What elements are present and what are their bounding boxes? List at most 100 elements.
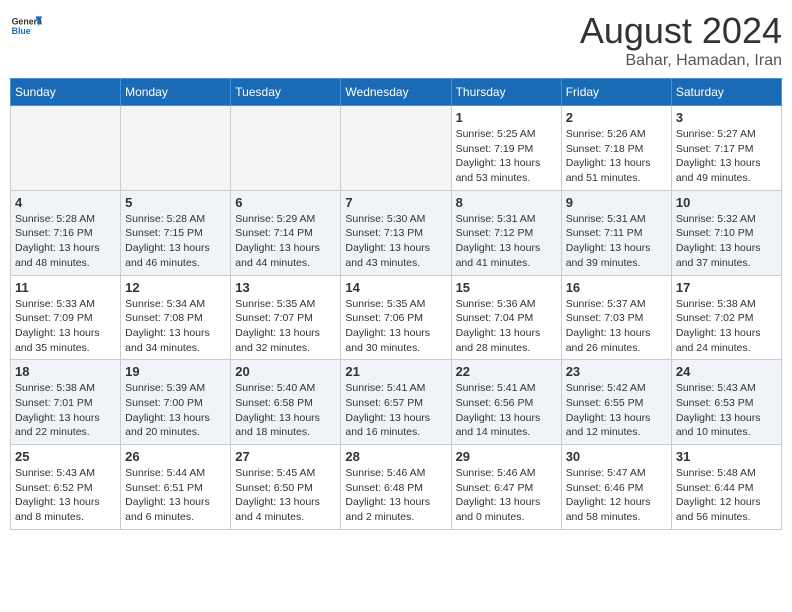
calendar-cell: 15Sunrise: 5:36 AM Sunset: 7:04 PM Dayli… xyxy=(451,275,561,360)
day-info: Sunrise: 5:47 AM Sunset: 6:46 PM Dayligh… xyxy=(566,466,667,525)
calendar-table: SundayMondayTuesdayWednesdayThursdayFrid… xyxy=(10,78,782,530)
day-info: Sunrise: 5:26 AM Sunset: 7:18 PM Dayligh… xyxy=(566,127,667,186)
calendar-week-row: 18 Sunrise: 5:38 AM Sunset: 7:01 PM Dayli… xyxy=(11,360,782,445)
day-info: Sunrise: 5:32 AM Sunset: 7:10 PM Dayligh… xyxy=(676,212,777,271)
calendar-week-row: 25 Sunrise: 5:43 AM Sunset: 6:52 PM Dayli… xyxy=(11,445,782,530)
day-number: 15 xyxy=(456,280,557,295)
day-number: 29 xyxy=(456,449,557,464)
day-number: 21 xyxy=(345,364,446,379)
calendar-cell: 16 Sunrise: 5:37 AM Sunset: 7:03 PM Dayli… xyxy=(561,275,671,360)
calendar-cell: 6Sunrise: 5:29 AM Sunset: 7:14 PM Daylig… xyxy=(231,190,341,275)
calendar-cell: 18 Sunrise: 5:38 AM Sunset: 7:01 PM Dayli… xyxy=(11,360,121,445)
day-info: Sunrise: 5:43 AM Sunset: 6:52 PM Dayligh… xyxy=(15,466,116,525)
calendar-cell xyxy=(341,106,451,191)
day-number: 9 xyxy=(566,195,667,210)
calendar-cell xyxy=(11,106,121,191)
day-info: Sunrise: 5:35 AM Sunset: 7:06 PM Dayligh… xyxy=(345,297,446,356)
day-info: Sunrise: 5:38 AM Sunset: 7:01 PM Dayligh… xyxy=(15,381,116,440)
svg-text:Blue: Blue xyxy=(12,26,31,36)
location: Bahar, Hamadan, Iran xyxy=(580,52,782,70)
logo: General Blue xyxy=(10,10,42,42)
weekday-header-sunday: Sunday xyxy=(11,79,121,106)
day-info: Sunrise: 5:28 AM Sunset: 7:16 PM Dayligh… xyxy=(15,212,116,271)
day-info: Sunrise: 5:29 AM Sunset: 7:14 PM Dayligh… xyxy=(235,212,336,271)
day-info: Sunrise: 5:44 AM Sunset: 6:51 PM Dayligh… xyxy=(125,466,226,525)
calendar-cell: 14 Sunrise: 5:35 AM Sunset: 7:06 PM Dayli… xyxy=(341,275,451,360)
day-info: Sunrise: 5:37 AM Sunset: 7:03 PM Dayligh… xyxy=(566,297,667,356)
day-info: Sunrise: 5:27 AM Sunset: 7:17 PM Dayligh… xyxy=(676,127,777,186)
calendar-cell: 22 Sunrise: 5:41 AM Sunset: 6:56 PM Dayli… xyxy=(451,360,561,445)
day-number: 30 xyxy=(566,449,667,464)
weekday-header-row: SundayMondayTuesdayWednesdayThursdayFrid… xyxy=(11,79,782,106)
day-info: Sunrise: 5:41 AM Sunset: 6:57 PM Dayligh… xyxy=(345,381,446,440)
day-info: Sunrise: 5:25 AM Sunset: 7:19 PM Dayligh… xyxy=(456,127,557,186)
day-info: Sunrise: 5:31 AM Sunset: 7:12 PM Dayligh… xyxy=(456,212,557,271)
day-number: 20 xyxy=(235,364,336,379)
weekday-header-thursday: Thursday xyxy=(451,79,561,106)
calendar-cell: 20Sunrise: 5:40 AM Sunset: 6:58 PM Dayli… xyxy=(231,360,341,445)
logo-icon: General Blue xyxy=(10,10,42,42)
day-number: 31 xyxy=(676,449,777,464)
calendar-cell: 8 Sunrise: 5:31 AM Sunset: 7:12 PM Daylig… xyxy=(451,190,561,275)
calendar-cell: 19Sunrise: 5:39 AM Sunset: 7:00 PM Dayli… xyxy=(121,360,231,445)
calendar-cell: 17Sunrise: 5:38 AM Sunset: 7:02 PM Dayli… xyxy=(671,275,781,360)
calendar-cell xyxy=(231,106,341,191)
day-number: 25 xyxy=(15,449,116,464)
calendar-cell: 31 Sunrise: 5:48 AM Sunset: 6:44 PM Dayli… xyxy=(671,445,781,530)
calendar-week-row: 11 Sunrise: 5:33 AM Sunset: 7:09 PM Dayli… xyxy=(11,275,782,360)
calendar-cell: 26 Sunrise: 5:44 AM Sunset: 6:51 PM Dayli… xyxy=(121,445,231,530)
weekday-header-monday: Monday xyxy=(121,79,231,106)
calendar-cell xyxy=(121,106,231,191)
day-info: Sunrise: 5:33 AM Sunset: 7:09 PM Dayligh… xyxy=(15,297,116,356)
day-number: 3 xyxy=(676,110,777,125)
day-number: 10 xyxy=(676,195,777,210)
day-info: Sunrise: 5:28 AM Sunset: 7:15 PM Dayligh… xyxy=(125,212,226,271)
day-number: 11 xyxy=(15,280,116,295)
day-number: 26 xyxy=(125,449,226,464)
calendar-cell: 30 Sunrise: 5:47 AM Sunset: 6:46 PM Dayli… xyxy=(561,445,671,530)
day-number: 19 xyxy=(125,364,226,379)
calendar-cell: 3 Sunrise: 5:27 AM Sunset: 7:17 PM Daylig… xyxy=(671,106,781,191)
weekday-header-wednesday: Wednesday xyxy=(341,79,451,106)
day-info: Sunrise: 5:42 AM Sunset: 6:55 PM Dayligh… xyxy=(566,381,667,440)
calendar-cell: 27Sunrise: 5:45 AM Sunset: 6:50 PM Dayli… xyxy=(231,445,341,530)
day-info: Sunrise: 5:46 AM Sunset: 6:48 PM Dayligh… xyxy=(345,466,446,525)
calendar-cell: 24 Sunrise: 5:43 AM Sunset: 6:53 PM Dayli… xyxy=(671,360,781,445)
calendar-cell: 25 Sunrise: 5:43 AM Sunset: 6:52 PM Dayli… xyxy=(11,445,121,530)
day-info: Sunrise: 5:35 AM Sunset: 7:07 PM Dayligh… xyxy=(235,297,336,356)
day-number: 24 xyxy=(676,364,777,379)
weekday-header-saturday: Saturday xyxy=(671,79,781,106)
weekday-header-tuesday: Tuesday xyxy=(231,79,341,106)
day-number: 4 xyxy=(15,195,116,210)
day-number: 23 xyxy=(566,364,667,379)
calendar-cell: 28Sunrise: 5:46 AM Sunset: 6:48 PM Dayli… xyxy=(341,445,451,530)
day-number: 12 xyxy=(125,280,226,295)
weekday-header-friday: Friday xyxy=(561,79,671,106)
calendar-cell: 13Sunrise: 5:35 AM Sunset: 7:07 PM Dayli… xyxy=(231,275,341,360)
day-info: Sunrise: 5:46 AM Sunset: 6:47 PM Dayligh… xyxy=(456,466,557,525)
calendar-cell: 2Sunrise: 5:26 AM Sunset: 7:18 PM Daylig… xyxy=(561,106,671,191)
day-info: Sunrise: 5:34 AM Sunset: 7:08 PM Dayligh… xyxy=(125,297,226,356)
calendar-cell: 7Sunrise: 5:30 AM Sunset: 7:13 PM Daylig… xyxy=(341,190,451,275)
day-number: 18 xyxy=(15,364,116,379)
calendar-cell: 5 Sunrise: 5:28 AM Sunset: 7:15 PM Daylig… xyxy=(121,190,231,275)
day-number: 22 xyxy=(456,364,557,379)
day-number: 14 xyxy=(345,280,446,295)
day-info: Sunrise: 5:31 AM Sunset: 7:11 PM Dayligh… xyxy=(566,212,667,271)
day-info: Sunrise: 5:43 AM Sunset: 6:53 PM Dayligh… xyxy=(676,381,777,440)
day-number: 16 xyxy=(566,280,667,295)
day-info: Sunrise: 5:48 AM Sunset: 6:44 PM Dayligh… xyxy=(676,466,777,525)
day-number: 17 xyxy=(676,280,777,295)
day-number: 8 xyxy=(456,195,557,210)
calendar-cell: 11 Sunrise: 5:33 AM Sunset: 7:09 PM Dayli… xyxy=(11,275,121,360)
day-info: Sunrise: 5:45 AM Sunset: 6:50 PM Dayligh… xyxy=(235,466,336,525)
calendar-cell: 21 Sunrise: 5:41 AM Sunset: 6:57 PM Dayli… xyxy=(341,360,451,445)
calendar-cell: 10 Sunrise: 5:32 AM Sunset: 7:10 PM Dayli… xyxy=(671,190,781,275)
month-title: August 2024 xyxy=(580,10,782,52)
day-number: 7 xyxy=(345,195,446,210)
calendar-cell: 12 Sunrise: 5:34 AM Sunset: 7:08 PM Dayli… xyxy=(121,275,231,360)
day-number: 5 xyxy=(125,195,226,210)
day-info: Sunrise: 5:41 AM Sunset: 6:56 PM Dayligh… xyxy=(456,381,557,440)
title-area: August 2024 Bahar, Hamadan, Iran xyxy=(580,10,782,70)
calendar-cell: 1Sunrise: 5:25 AM Sunset: 7:19 PM Daylig… xyxy=(451,106,561,191)
